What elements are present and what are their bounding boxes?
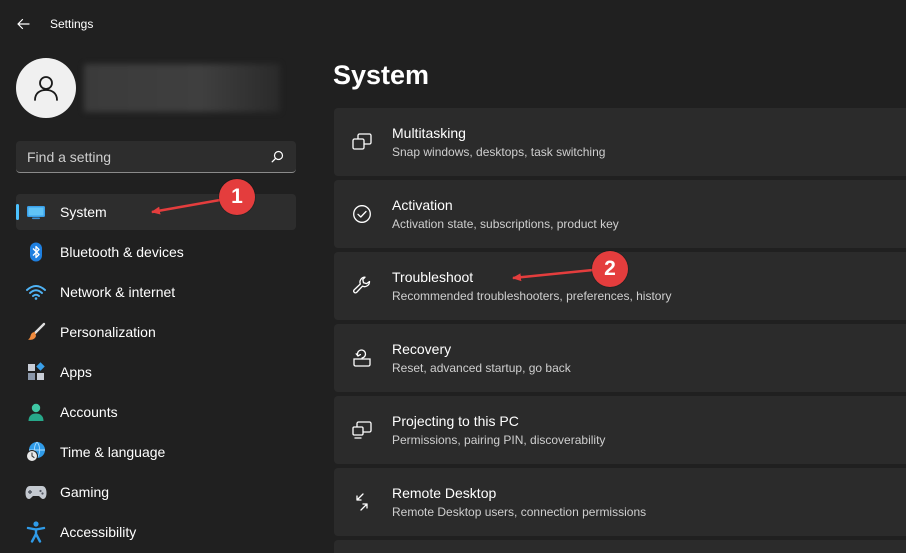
sidebar-item-accessibility[interactable]: Accessibility bbox=[16, 514, 296, 550]
search-box[interactable] bbox=[16, 141, 296, 173]
sidebar-item-label: Network & internet bbox=[60, 284, 176, 300]
apps-icon bbox=[25, 361, 47, 383]
card-partial-next[interactable] bbox=[334, 540, 906, 553]
sidebar-item-gaming[interactable]: Gaming bbox=[16, 474, 296, 510]
back-arrow-icon bbox=[17, 18, 30, 30]
page-title: System bbox=[333, 60, 430, 90]
user-profile[interactable] bbox=[16, 58, 280, 118]
bluetooth-icon bbox=[25, 241, 47, 263]
wrench-icon bbox=[351, 275, 373, 297]
search-input[interactable] bbox=[27, 148, 247, 165]
card-remote-desktop[interactable]: Remote Desktop Remote Desktop users, con… bbox=[334, 468, 906, 536]
card-title: Multitasking bbox=[392, 125, 466, 141]
wifi-icon bbox=[25, 281, 47, 303]
sidebar-item-label: Accounts bbox=[60, 404, 118, 420]
recovery-icon bbox=[351, 347, 373, 369]
sidebar-item-label: Accessibility bbox=[60, 524, 137, 540]
sidebar-item-bluetooth[interactable]: Bluetooth & devices bbox=[16, 234, 296, 270]
projecting-icon bbox=[351, 419, 373, 441]
person-silhouette-icon bbox=[34, 76, 58, 101]
sidebar-item-network[interactable]: Network & internet bbox=[16, 274, 296, 310]
card-activation[interactable]: Activation Activation state, subscriptio… bbox=[334, 180, 906, 248]
sidebar-item-apps[interactable]: Apps bbox=[16, 354, 296, 390]
sidebar-item-time-language[interactable]: Time & language bbox=[16, 434, 296, 470]
sidebar-item-label: Bluetooth & devices bbox=[60, 244, 184, 260]
card-title: Recovery bbox=[392, 341, 452, 357]
card-subtitle: Activation state, subscriptions, product… bbox=[392, 217, 619, 231]
sidebar-item-label: Personalization bbox=[60, 324, 156, 340]
person-icon bbox=[25, 401, 47, 423]
card-title: Remote Desktop bbox=[392, 485, 497, 501]
blurred-user-name bbox=[84, 64, 280, 112]
sidebar-item-personalization[interactable]: Personalization bbox=[16, 314, 296, 350]
search-icon[interactable] bbox=[271, 150, 284, 163]
globe-clock-icon bbox=[25, 441, 47, 463]
settings-card-list: Multitasking Snap windows, desktops, tas… bbox=[334, 108, 906, 553]
back-button[interactable] bbox=[9, 10, 37, 38]
card-subtitle: Reset, advanced startup, go back bbox=[392, 361, 571, 375]
sidebar-item-label: Gaming bbox=[60, 484, 110, 500]
card-subtitle: Snap windows, desktops, task switching bbox=[392, 145, 606, 159]
gamepad-icon bbox=[25, 481, 47, 503]
sidebar-item-label: System bbox=[60, 204, 107, 220]
card-title: Projecting to this PC bbox=[392, 413, 519, 429]
annotation-badge-2: 2 bbox=[592, 251, 628, 287]
sidebar-item-accounts[interactable]: Accounts bbox=[16, 394, 296, 430]
brush-icon bbox=[25, 321, 47, 343]
card-subtitle: Recommended troubleshooters, preferences… bbox=[392, 289, 672, 303]
check-circle-icon bbox=[351, 203, 373, 225]
multitasking-icon bbox=[351, 131, 373, 153]
card-projecting[interactable]: Projecting to this PC Permissions, pairi… bbox=[334, 396, 906, 464]
sidebar: System Bluetooth & devices Network & i bbox=[0, 48, 312, 553]
card-subtitle: Permissions, pairing PIN, discoverabilit… bbox=[392, 433, 606, 447]
annotation-badge-1: 1 bbox=[219, 179, 255, 215]
avatar[interactable] bbox=[16, 58, 76, 118]
card-title: Troubleshoot bbox=[392, 269, 474, 285]
sidebar-nav: System Bluetooth & devices Network & int… bbox=[16, 194, 296, 553]
card-title: Activation bbox=[392, 197, 453, 213]
card-multitasking[interactable]: Multitasking Snap windows, desktops, tas… bbox=[334, 108, 906, 176]
monitor-icon bbox=[25, 201, 47, 223]
card-recovery[interactable]: Recovery Reset, advanced startup, go bac… bbox=[334, 324, 906, 392]
sidebar-item-label: Time & language bbox=[60, 444, 166, 460]
title-bar: Settings bbox=[0, 0, 906, 48]
accessibility-icon bbox=[25, 521, 47, 543]
app-title: Settings bbox=[50, 17, 94, 31]
sidebar-item-label: Apps bbox=[60, 364, 92, 380]
remote-desktop-icon bbox=[351, 491, 373, 513]
card-subtitle: Remote Desktop users, connection permiss… bbox=[392, 505, 647, 519]
